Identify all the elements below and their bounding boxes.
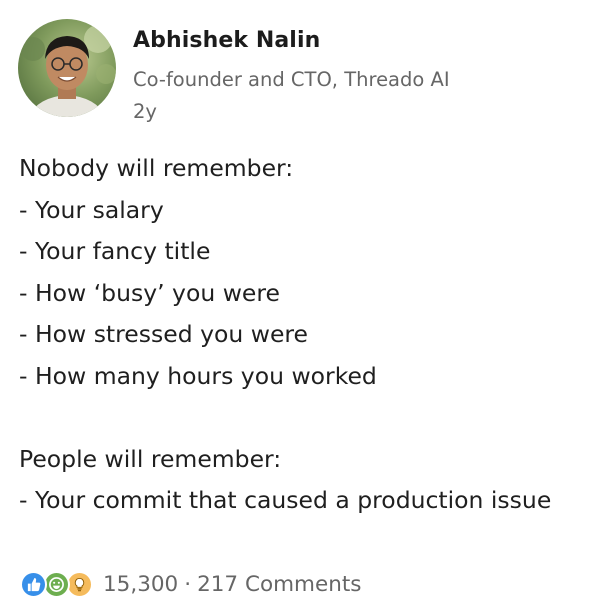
post-line-break — [19, 397, 594, 439]
post-line: - How stressed you were — [19, 320, 309, 348]
post-line: - Your fancy title — [19, 237, 211, 265]
comments-count[interactable]: 217 Comments — [197, 572, 361, 597]
author-headline: Co-founder and CTO, Threado AI — [133, 68, 450, 91]
author-avatar[interactable] — [18, 19, 116, 117]
profile-photo — [18, 19, 116, 117]
celebrate-icon — [43, 570, 70, 598]
post-line: Nobody will remember: — [19, 154, 294, 182]
post-timestamp: 2y — [133, 100, 157, 123]
count-separator: · — [184, 571, 192, 597]
like-icon — [20, 570, 47, 598]
post-line: - How many hours you worked — [19, 361, 377, 390]
reactions-summary[interactable] — [20, 570, 93, 598]
reaction-count[interactable]: 15,300 — [103, 572, 178, 597]
social-counts-bar: 15,300 · 217 Comments — [20, 568, 362, 600]
post-line: - How ‘busy’ you were — [19, 278, 280, 307]
insightful-icon — [66, 570, 93, 598]
social-counts: 15,300 · 217 Comments — [103, 572, 362, 597]
author-name[interactable]: Abhishek Nalin — [133, 28, 320, 53]
feed-post: Abhishek Nalin Co-founder and CTO, Threa… — [0, 0, 599, 613]
post-line: - Your commit that caused a production i… — [19, 486, 552, 514]
post-line: People will remember: — [19, 444, 282, 473]
post-text: Nobody will remember: - Your salary - Yo… — [19, 148, 594, 522]
post-line: - Your salary — [19, 195, 164, 224]
